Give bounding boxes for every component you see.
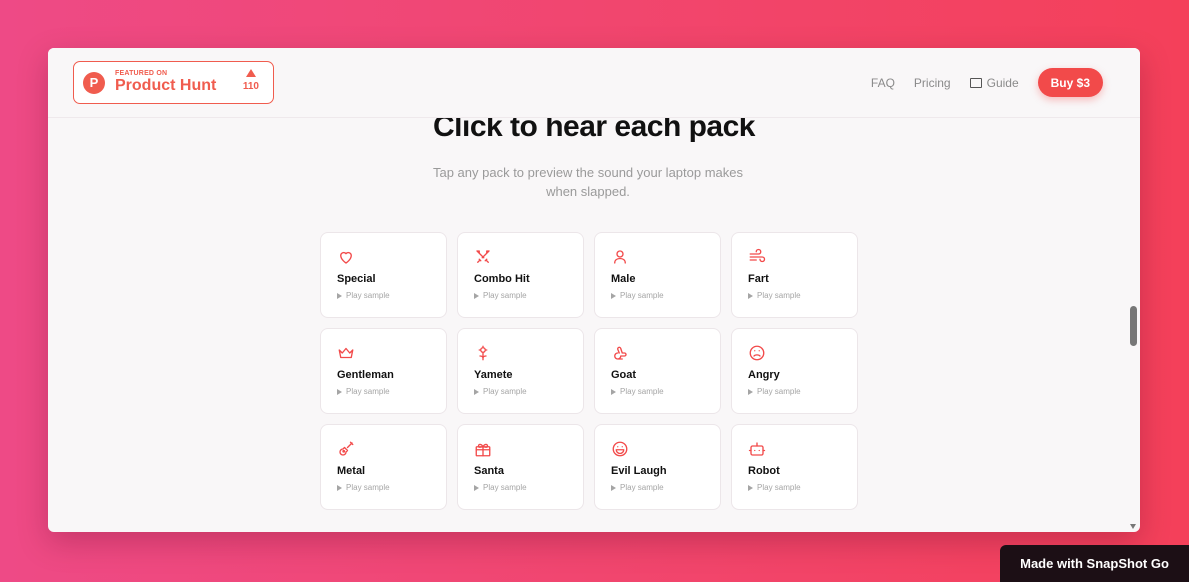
guitar-icon [337,440,355,458]
featured-on-label: FEATURED ON [115,70,168,77]
sound-pack-name: Gentleman [337,369,394,381]
nav-links: FAQ Pricing Guide Buy $3 [871,68,1103,97]
play-icon [748,292,753,299]
gift-icon [474,440,492,458]
play-icon [474,484,479,491]
sound-pack-card-male[interactable]: Male Play sample [594,232,721,318]
sound-pack-card-combo-hit[interactable]: Combo Hit Play sample [457,232,584,318]
play-sample-link[interactable]: Play sample [748,483,857,492]
scroll-down-arrow-icon[interactable] [1130,524,1136,529]
play-sample-label: Play sample [346,291,390,300]
play-icon [611,388,616,395]
play-icon [611,484,616,491]
product-hunt-badge[interactable]: P FEATURED ON Product Hunt 110 [73,61,274,104]
laugh-icon [611,440,629,458]
sound-pack-name: Special [337,273,376,285]
play-sample-link[interactable]: Play sample [474,483,583,492]
sound-pack-card-goat[interactable]: Goat Play sample [594,328,721,414]
play-icon [474,292,479,299]
sound-pack-card-santa[interactable]: Santa Play sample [457,424,584,510]
play-sample-label: Play sample [757,291,801,300]
sound-pack-name: Combo Hit [474,273,530,285]
play-sample-label: Play sample [757,387,801,396]
crown-icon [337,344,355,362]
nav-pricing-link[interactable]: Pricing [914,76,951,90]
upvote-arrow-icon [245,69,256,77]
play-sample-label: Play sample [620,483,664,492]
sound-pack-card-special[interactable]: Special Play sample [320,232,447,318]
play-sample-link[interactable]: Play sample [748,291,857,300]
product-hunt-logo-icon: P [83,71,105,94]
sound-pack-name: Angry [748,369,780,381]
top-navbar: P FEATURED ON Product Hunt 110 FAQ Prici… [48,48,1140,118]
frown-icon [748,344,766,362]
browser-window: P FEATURED ON Product Hunt 110 FAQ Prici… [48,48,1140,532]
sound-pack-name: Metal [337,465,366,477]
play-icon [611,292,616,299]
scrollbar-thumb[interactable] [1130,306,1137,346]
play-sample-label: Play sample [483,291,527,300]
play-icon [748,388,753,395]
nav-guide-label: Guide [986,75,1019,90]
play-icon [337,388,342,395]
play-sample-label: Play sample [346,483,390,492]
wind-icon [748,248,766,266]
sound-pack-card-yamete[interactable]: Yamete Play sample [457,328,584,414]
sound-pack-card-metal[interactable]: Metal Play sample [320,424,447,510]
play-sample-label: Play sample [620,291,664,300]
product-hunt-text: FEATURED ON Product Hunt [115,70,216,95]
sound-pack-card-angry[interactable]: Angry Play sample [731,328,858,414]
play-icon [748,484,753,491]
sound-pack-name: Fart [748,273,769,285]
play-sample-link[interactable]: Play sample [474,387,583,396]
sound-pack-name: Yamete [474,369,513,381]
sound-pack-name: Male [611,273,636,285]
book-icon [969,77,982,88]
vote-count: 110 [242,81,259,92]
play-sample-label: Play sample [757,483,801,492]
play-sample-link[interactable]: Play sample [748,387,857,396]
sound-pack-name: Santa [474,465,504,477]
play-sample-link[interactable]: Play sample [337,387,446,396]
user-icon [611,248,629,266]
upvote-count: 110 [243,69,259,92]
sound-pack-name: Evil Laugh [611,465,667,477]
buy-button[interactable]: Buy $3 [1037,68,1103,97]
scrollbar[interactable] [1127,48,1139,532]
play-sample-link[interactable]: Play sample [337,291,446,300]
play-sample-label: Play sample [620,387,664,396]
crossed-swords-icon [474,248,492,266]
play-sample-link[interactable]: Play sample [611,387,720,396]
flower-icon [474,344,492,362]
play-sample-label: Play sample [346,387,390,396]
play-sample-link[interactable]: Play sample [611,291,720,300]
play-icon [337,292,342,299]
sound-pack-grid: Special Play sample Combo Hit Play sample Ma… [320,232,858,510]
sound-pack-name: Goat [611,369,637,381]
product-hunt-brand: Product Hunt [115,77,217,94]
bot-icon [748,440,766,458]
heart-icon [337,248,355,266]
nav-faq-link[interactable]: FAQ [871,76,895,90]
snapshot-go-badge: Made with SnapShot Go [1000,545,1189,582]
sound-pack-card-fart[interactable]: Fart Play sample [731,232,858,318]
play-icon [337,484,342,491]
play-sample-label: Play sample [483,387,527,396]
play-sample-link[interactable]: Play sample [337,483,446,492]
play-icon [474,388,479,395]
sound-pack-card-robot[interactable]: Robot Play sample [731,424,858,510]
play-sample-link[interactable]: Play sample [611,483,720,492]
rabbit-icon [611,344,629,362]
sound-pack-name: Robot [748,465,780,477]
play-sample-link[interactable]: Play sample [474,291,583,300]
nav-guide-link[interactable]: Guide [969,75,1019,90]
page-subtitle: Tap any pack to preview the sound your l… [432,165,743,199]
sound-pack-card-gentleman[interactable]: Gentleman Play sample [320,328,447,414]
sound-pack-card-evil-laugh[interactable]: Evil Laugh Play sample [594,424,721,510]
play-sample-label: Play sample [483,483,527,492]
